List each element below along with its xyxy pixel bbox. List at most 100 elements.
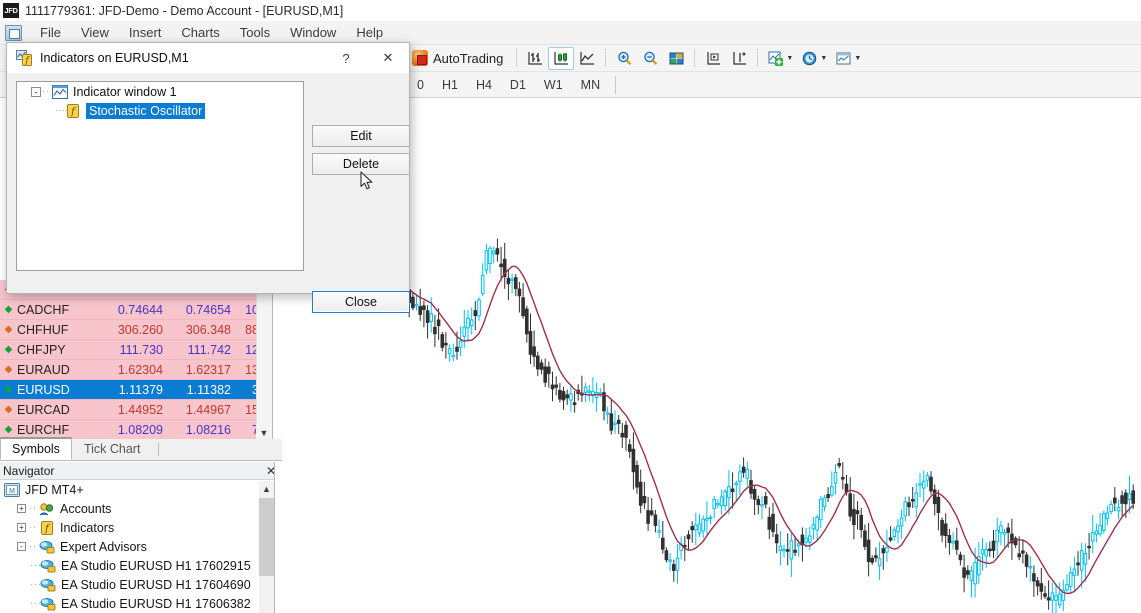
navigator-item-label: JFD MT4+: [25, 483, 84, 497]
navigator-item[interactable]: MJFD MT4+: [0, 480, 282, 499]
close-button[interactable]: Close: [312, 291, 410, 313]
indicator-icon: f: [39, 521, 55, 535]
indicator-tree-item-label: Indicator window 1: [73, 85, 177, 99]
navigator-item[interactable]: ····EA Studio EURUSD H1 17602915: [0, 556, 282, 575]
collapse-icon[interactable]: -: [31, 87, 41, 97]
menu-item-file[interactable]: File: [30, 23, 71, 42]
arrow-down-icon: ◆: [0, 404, 17, 415]
timeframe-w1[interactable]: W1: [535, 76, 572, 94]
menu-item-window[interactable]: Window: [280, 23, 346, 42]
market-watch-row[interactable]: ◆EURUSD1.113791.113823: [0, 380, 282, 400]
candlestick-icon: [553, 50, 570, 67]
indicator-tree[interactable]: -··Indicator window 1 ····f Stochastic Osc…: [16, 81, 304, 271]
tile-windows-button[interactable]: [663, 47, 689, 70]
chart-shift-button[interactable]: [726, 47, 752, 70]
line-chart-icon: [579, 50, 596, 67]
indicator-function-icon: f: [65, 104, 81, 118]
tree-connector: ····: [55, 105, 65, 116]
market-watch-row[interactable]: ◆CHFHUF306.260306.34888: [0, 320, 282, 340]
indicator-tree-item-label: Stochastic Oscillator: [86, 103, 205, 119]
navigator-item-label: EA Studio EURUSD H1 17602915: [61, 559, 251, 573]
bid-price: 111.730: [95, 343, 163, 357]
autotrading-label: AutoTrading: [433, 51, 503, 66]
zoom-out-button[interactable]: [637, 47, 663, 70]
scroll-up-button[interactable]: ▲: [259, 481, 274, 496]
navigator-item-label: Expert Advisors: [60, 540, 147, 554]
dialog-titlebar: f Indicators on EURUSD,M1 ? ✕: [7, 43, 409, 74]
tree-connector: ··: [29, 503, 39, 514]
bid-price: 306.260: [95, 323, 163, 337]
periods-button[interactable]: ▼: [797, 47, 831, 70]
help-button[interactable]: ?: [325, 43, 367, 73]
line-chart-button[interactable]: [574, 47, 600, 70]
toolbar-divider: [694, 49, 695, 67]
chart-app-icon: [5, 25, 22, 41]
indicators-button[interactable]: ▼: [763, 47, 797, 70]
bar-chart-icon: [527, 50, 544, 67]
expand-icon[interactable]: +: [17, 504, 26, 513]
tree-connector: ··: [29, 522, 39, 533]
market-watch-scrollbar[interactable]: [256, 280, 272, 441]
edit-button[interactable]: Edit: [312, 125, 410, 147]
candlestick-series: [401, 239, 1135, 613]
arrow-up-icon: ◆: [0, 424, 17, 435]
navigator-item[interactable]: -·· Expert Advisors: [0, 537, 282, 556]
mt4-application-window: JFD 1111779361: JFD-Demo - Demo Account …: [0, 0, 1141, 613]
close-icon[interactable]: ✕: [367, 43, 409, 73]
scrollbar-thumb[interactable]: [259, 498, 274, 576]
menu-item-insert[interactable]: Insert: [119, 23, 172, 42]
tab-symbols[interactable]: Symbols: [0, 437, 72, 460]
auto-scroll-button[interactable]: [700, 47, 726, 70]
market-watch-row[interactable]: ◆CADCHF0.746440.7465410: [0, 300, 282, 320]
ask-price: 111.742: [163, 343, 231, 357]
ask-price: 306.348: [163, 323, 231, 337]
indicator-tree-item[interactable]: ····f Stochastic Oscillator: [17, 101, 303, 120]
navigator-item[interactable]: ····EA Studio EURUSD H1 17604690: [0, 575, 282, 594]
navigator-item[interactable]: ····EA Studio EURUSD H1 17606382: [0, 594, 282, 613]
timeframe-mn[interactable]: MN: [572, 76, 609, 94]
market-watch-tabs: Symbols Tick Chart: [0, 439, 282, 461]
symbol-label: EURAUD: [17, 363, 95, 377]
expand-icon[interactable]: +: [17, 523, 26, 532]
clock-icon: [801, 50, 818, 67]
navigator-item-label: EA Studio EURUSD H1 17606382: [61, 597, 251, 611]
chart-shift-icon: [731, 50, 748, 67]
indicator-tree-item[interactable]: -··Indicator window 1: [17, 82, 303, 101]
market-watch-row[interactable]: ◆EURCAD1.449521.4496715: [0, 400, 282, 420]
zoom-in-button[interactable]: [611, 47, 637, 70]
tree-connector: ··: [29, 541, 39, 552]
candlestick-chart-button[interactable]: [548, 47, 574, 70]
mt4-logo-icon: JFD: [3, 3, 19, 18]
bar-chart-button[interactable]: [522, 47, 548, 70]
arrow-down-icon: ◆: [0, 364, 17, 375]
autotrading-button[interactable]: AutoTrading: [408, 46, 511, 71]
chart-canvas[interactable]: 381 1.11378 1.11379: [282, 98, 1141, 613]
menu-item-help[interactable]: Help: [346, 23, 393, 42]
collapse-icon[interactable]: -: [17, 542, 26, 551]
tab-tick-chart[interactable]: Tick Chart: [72, 438, 153, 460]
delete-button[interactable]: Delete: [312, 153, 410, 175]
market-watch-rows: ◆CADJPY83.40183.42019◆CADCHF0.746440.746…: [0, 280, 282, 440]
menu-item-view[interactable]: View: [71, 23, 119, 42]
expert-icon: [40, 597, 56, 611]
market-watch-row[interactable]: ◆EURAUD1.623041.6231713: [0, 360, 282, 380]
menu-item-charts[interactable]: Charts: [171, 23, 229, 42]
bid-price: 0.74644: [95, 303, 163, 317]
navigator-panel: Navigator ✕ MJFD MT4++··Accounts+··fIndi…: [0, 462, 282, 613]
navigator-item[interactable]: +··fIndicators: [0, 518, 282, 537]
templates-button[interactable]: ▼: [831, 47, 865, 70]
timeframe-h4[interactable]: H4: [467, 76, 501, 94]
symbol-label: EURCAD: [17, 403, 95, 417]
arrow-up-icon: ◆: [0, 304, 17, 315]
navigator-title: Navigator: [3, 464, 54, 478]
timeframe-d1[interactable]: D1: [501, 76, 535, 94]
toolbar-divider: [605, 49, 606, 67]
market-watch-row[interactable]: ◆CHFJPY111.730111.74212: [0, 340, 282, 360]
window-title: 1111779361: JFD-Demo - Demo Account - [E…: [25, 4, 343, 18]
menu-item-tools[interactable]: Tools: [230, 23, 280, 42]
navigator-item-label: Accounts: [60, 502, 111, 516]
ask-price: 0.74654: [163, 303, 231, 317]
timeframe-m30[interactable]: 0: [408, 76, 433, 94]
timeframe-h1[interactable]: H1: [433, 76, 467, 94]
navigator-item[interactable]: +·· Accounts: [0, 499, 282, 518]
